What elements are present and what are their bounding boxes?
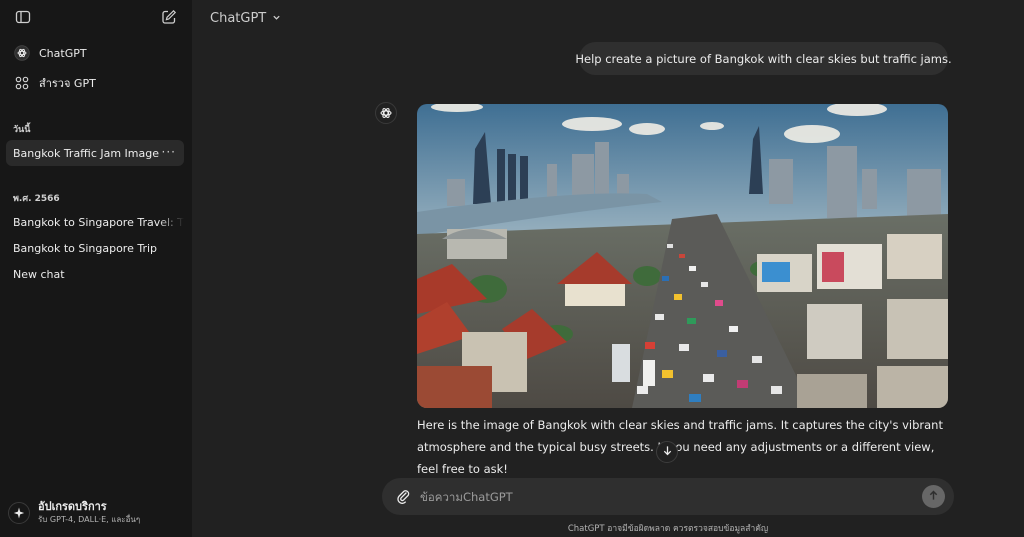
- sidebar-item-label: สำรวจ GPT: [39, 77, 96, 90]
- sidebar-item-history[interactable]: New chat: [6, 261, 184, 287]
- chatgpt-logo-icon: [375, 102, 397, 124]
- arrow-down-icon: [662, 445, 673, 459]
- upgrade-title: อัปเกรดบริการ: [38, 500, 107, 513]
- sidebar-section-title: วันนี้: [13, 125, 31, 135]
- arrow-up-icon: [928, 490, 939, 504]
- message-composer: [382, 478, 954, 515]
- sidebar-item-bangkok-traffic-jam-image[interactable]: Bangkok Traffic Jam Image ···: [6, 140, 184, 166]
- sidebar-item-label: ChatGPT: [39, 46, 87, 60]
- model-selector[interactable]: ChatGPT: [210, 8, 281, 28]
- user-message-text: Help create a picture of Bangkok with cl…: [575, 51, 952, 66]
- send-button[interactable]: [922, 485, 945, 508]
- sidebar-item-history[interactable]: Bangkok to Singapore Trip: [6, 235, 184, 261]
- scroll-down-button[interactable]: [656, 441, 678, 463]
- disclaimer-text: ChatGPT อาจมีข้อผิดพลาด ควรตรวจสอบข้อมูล…: [567, 524, 769, 534]
- sparkle-icon: [8, 502, 30, 524]
- sidebar-toggle-icon[interactable]: [13, 7, 33, 27]
- assistant-reply-text: Here is the image of Bangkok with clear …: [417, 418, 943, 476]
- sidebar-item-label: Bangkok Traffic Jam Image: [13, 146, 160, 160]
- more-options-icon[interactable]: ···: [162, 145, 176, 159]
- sidebar-item-history[interactable]: Bangkok to Singapore Travel: Tips: [6, 209, 184, 235]
- sidebar-item-explore-gpts[interactable]: สำรวจ GPT: [6, 70, 184, 96]
- paperclip-icon[interactable]: [394, 487, 412, 505]
- sidebar-section-title: พ.ศ. 2566: [13, 194, 60, 204]
- user-message: Help create a picture of Bangkok with cl…: [575, 42, 952, 75]
- sidebar-item-label: Bangkok to Singapore Trip: [13, 241, 158, 255]
- message-input[interactable]: [420, 487, 900, 506]
- grid-icon: [13, 74, 31, 92]
- main-panel: ChatGPT Help create a picture of Bangkok…: [192, 0, 1024, 537]
- upgrade-subtitle: รับ GPT-4, DALL·E, และอื่นๆ: [38, 515, 141, 524]
- upgrade-plan-button[interactable]: อัปเกรดบริการ รับ GPT-4, DALL·E, และอื่น…: [8, 496, 184, 530]
- sidebar: ChatGPT สำรวจ GPT วันนี้ Bangkok Traffic…: [0, 0, 192, 537]
- sidebar-item-label: New chat: [13, 267, 65, 281]
- chevron-down-icon: [272, 11, 281, 26]
- generated-image-bangkok[interactable]: [417, 104, 948, 408]
- sidebar-item-chatgpt[interactable]: ChatGPT: [6, 40, 184, 66]
- text-fade: [158, 209, 184, 235]
- compose-icon[interactable]: [159, 7, 179, 27]
- model-name: ChatGPT: [210, 10, 267, 26]
- chatgpt-logo-icon: [13, 44, 31, 62]
- sidebar-header: [0, 0, 192, 34]
